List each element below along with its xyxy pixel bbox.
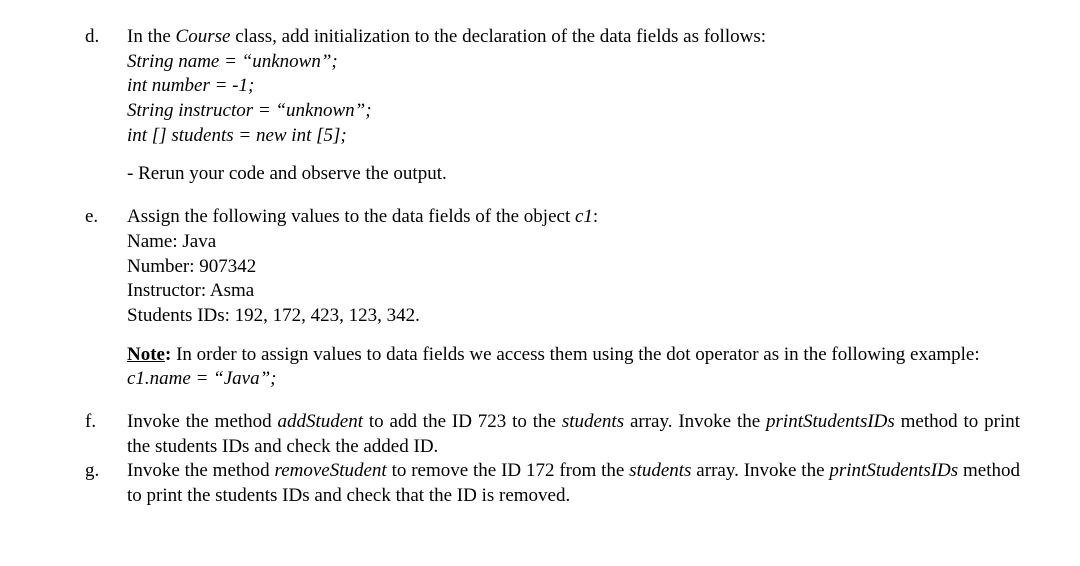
note-label: Note [127,344,165,365]
field-number: Number: 907342 [127,255,1020,280]
item-body: Assign the following values to the data … [127,205,1020,392]
field-students: Students IDs: 192, 172, 423, 123, 342. [127,304,1020,329]
rerun-note: - Rerun your code and observe the output… [127,162,1020,187]
course-class-name: Course [176,26,231,47]
item-body: In the Course class, add initialization … [127,25,1020,187]
object-c1: c1 [575,206,593,227]
text: to remove the ID 172 from the [387,460,629,481]
code-line: String instructor = “unknown”; [127,99,1020,124]
text: array. Invoke the [624,411,766,432]
list-item-f: f. Invoke the method addStudent to add t… [85,410,1020,459]
code-line: String name = “unknown”; [127,50,1020,75]
method-printstudentsids: printStudentsIDs [829,460,958,481]
note-block: Note: In order to assign values to data … [127,343,1020,368]
array-students: students [629,460,691,481]
item-e-intro: Assign the following values to the data … [127,205,1020,230]
method-printstudentsids: printStudentsIDs [766,411,895,432]
note-code: c1.name = “Java”; [127,367,1020,392]
text: Invoke the method [127,411,278,432]
list-item-g: g. Invoke the method removeStudent to re… [85,459,1020,508]
method-removestudent: removeStudent [275,460,387,481]
item-body: Invoke the method removeStudent to remov… [127,459,1020,508]
item-marker: f. [85,410,127,459]
text: Assign the following values to the data … [127,206,575,227]
field-name: Name: Java [127,230,1020,255]
array-students: students [562,411,624,432]
code-line: int number = -1; [127,74,1020,99]
item-marker: e. [85,205,127,392]
text: In the [127,26,176,47]
code-line: int [] students = new int [5]; [127,124,1020,149]
text: : [593,206,598,227]
item-marker: d. [85,25,127,187]
item-d-intro: In the Course class, add initialization … [127,25,1020,50]
text: class, add initialization to the declara… [230,26,766,47]
item-body: Invoke the method addStudent to add the … [127,410,1020,459]
text: array. Invoke the [691,460,829,481]
text: to add the ID 723 to the [363,411,562,432]
list-item-d: d. In the Course class, add initializati… [85,25,1020,187]
text: Invoke the method [127,460,275,481]
list-item-e: e. Assign the following values to the da… [85,205,1020,392]
note-text: In order to assign values to data fields… [171,344,979,365]
item-marker: g. [85,459,127,508]
field-instructor: Instructor: Asma [127,279,1020,304]
method-addstudent: addStudent [278,411,364,432]
